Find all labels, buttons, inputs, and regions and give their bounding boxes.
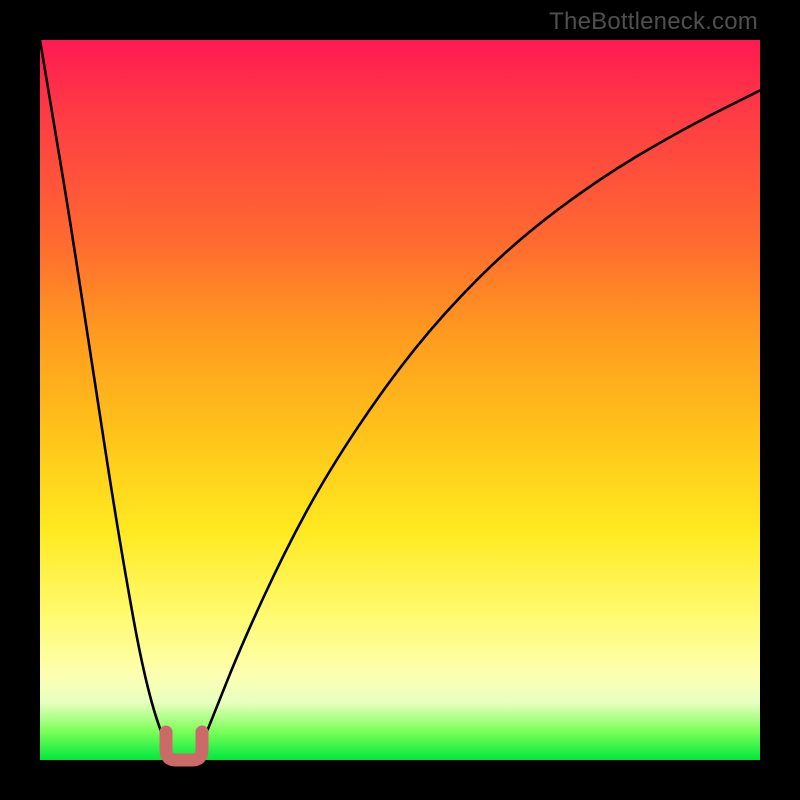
chart-svg	[40, 40, 760, 760]
watermark-text: TheBottleneck.com	[549, 8, 758, 36]
chart-plot-area	[40, 40, 760, 760]
chart-frame: TheBottleneck.com	[0, 0, 800, 800]
bottleneck-curve-path	[40, 40, 760, 759]
min-marker-u-shape	[166, 732, 202, 760]
